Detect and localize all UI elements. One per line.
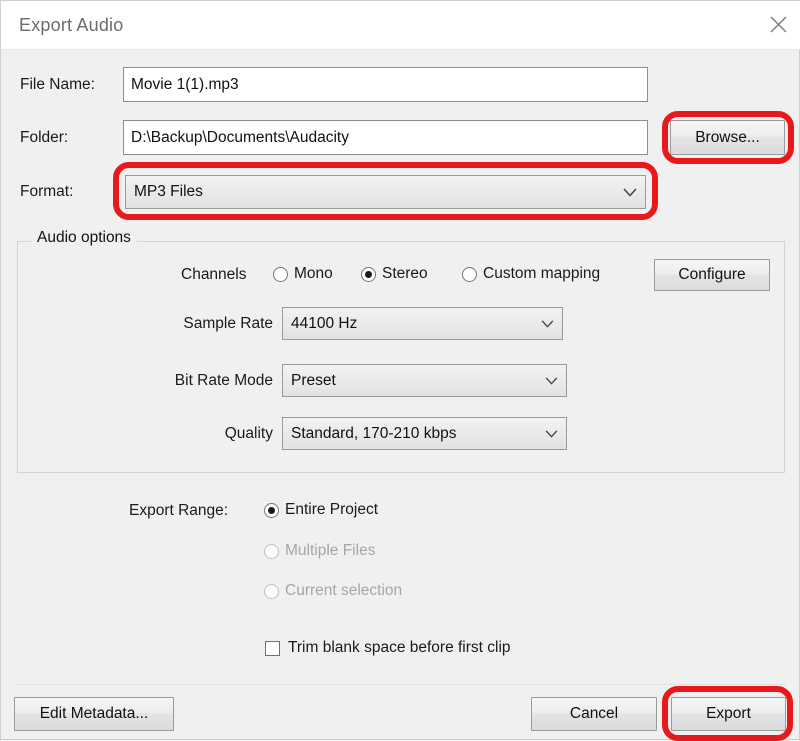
export-audio-dialog: Export Audio File Name: Movie 1(1).mp3 F…	[0, 0, 800, 741]
format-label: Format:	[20, 183, 74, 200]
folder-input[interactable]: D:\Backup\Documents\Audacity	[123, 120, 648, 155]
sample-rate-combobox[interactable]: 44100 Hz	[282, 307, 563, 340]
radio-circle-icon	[361, 266, 376, 282]
radio-circle-icon	[462, 266, 477, 282]
audio-options-group-title: Audio options	[31, 229, 137, 247]
format-combobox[interactable]: MP3 Files	[125, 175, 646, 209]
checkbox-square-icon	[265, 640, 280, 656]
sample-rate-label: Sample Rate	[183, 315, 273, 332]
export-range-radio-current-selection: Current selection	[264, 582, 402, 600]
radio-circle-icon	[264, 543, 279, 559]
bit-rate-mode-combobox-value: Preset	[291, 371, 336, 389]
file-name-input[interactable]: Movie 1(1).mp3	[123, 67, 648, 102]
edit-metadata-button[interactable]: Edit Metadata...	[14, 697, 174, 731]
chevron-down-icon	[615, 187, 645, 197]
trim-blank-space-label: Trim blank space before first clip	[288, 639, 511, 656]
radio-circle-icon	[273, 266, 288, 282]
title-bar: Export Audio	[1, 1, 800, 50]
export-range-radio-multiple-files: Multiple Files	[264, 542, 375, 560]
export-range-radio-current-selection-label: Current selection	[285, 582, 403, 599]
bit-rate-mode-combobox[interactable]: Preset	[282, 364, 567, 397]
footer-divider	[15, 684, 787, 685]
radio-circle-icon	[264, 502, 279, 518]
format-combobox-value: MP3 Files	[134, 183, 203, 200]
export-range-radio-entire-project[interactable]: Entire Project	[264, 501, 378, 519]
quality-combobox[interactable]: Standard, 170-210 kbps	[282, 417, 567, 450]
close-icon[interactable]	[755, 1, 800, 48]
window-title: Export Audio	[19, 15, 124, 35]
channels-radio-stereo[interactable]: Stereo	[361, 265, 428, 283]
chevron-down-icon	[536, 429, 566, 438]
sample-rate-combobox-value: 44100 Hz	[291, 314, 358, 332]
channels-radio-stereo-label: Stereo	[382, 265, 428, 282]
export-button[interactable]: Export	[671, 697, 786, 731]
export-range-radio-entire-project-label: Entire Project	[285, 501, 379, 518]
channels-radio-mono-label: Mono	[294, 265, 333, 282]
quality-combobox-value: Standard, 170-210 kbps	[291, 424, 457, 442]
export-range-radio-multiple-files-label: Multiple Files	[285, 542, 376, 559]
quality-label: Quality	[224, 425, 273, 442]
export-range-label: Export Range:	[129, 502, 229, 519]
chevron-down-icon	[532, 319, 562, 328]
channels-radio-custom-mapping[interactable]: Custom mapping	[462, 265, 600, 283]
chevron-down-icon	[536, 376, 566, 385]
file-name-label: File Name:	[20, 76, 95, 93]
channels-label: Channels	[181, 266, 247, 283]
cancel-button[interactable]: Cancel	[531, 697, 657, 731]
radio-circle-icon	[264, 583, 279, 599]
folder-label: Folder:	[20, 129, 69, 146]
channels-radio-mono[interactable]: Mono	[273, 265, 333, 283]
channels-radio-custom-mapping-label: Custom mapping	[483, 265, 601, 282]
bit-rate-mode-label: Bit Rate Mode	[174, 372, 273, 389]
trim-blank-space-checkbox[interactable]: Trim blank space before first clip	[265, 639, 511, 657]
configure-button[interactable]: Configure	[654, 259, 770, 291]
browse-button[interactable]: Browse...	[670, 120, 785, 155]
